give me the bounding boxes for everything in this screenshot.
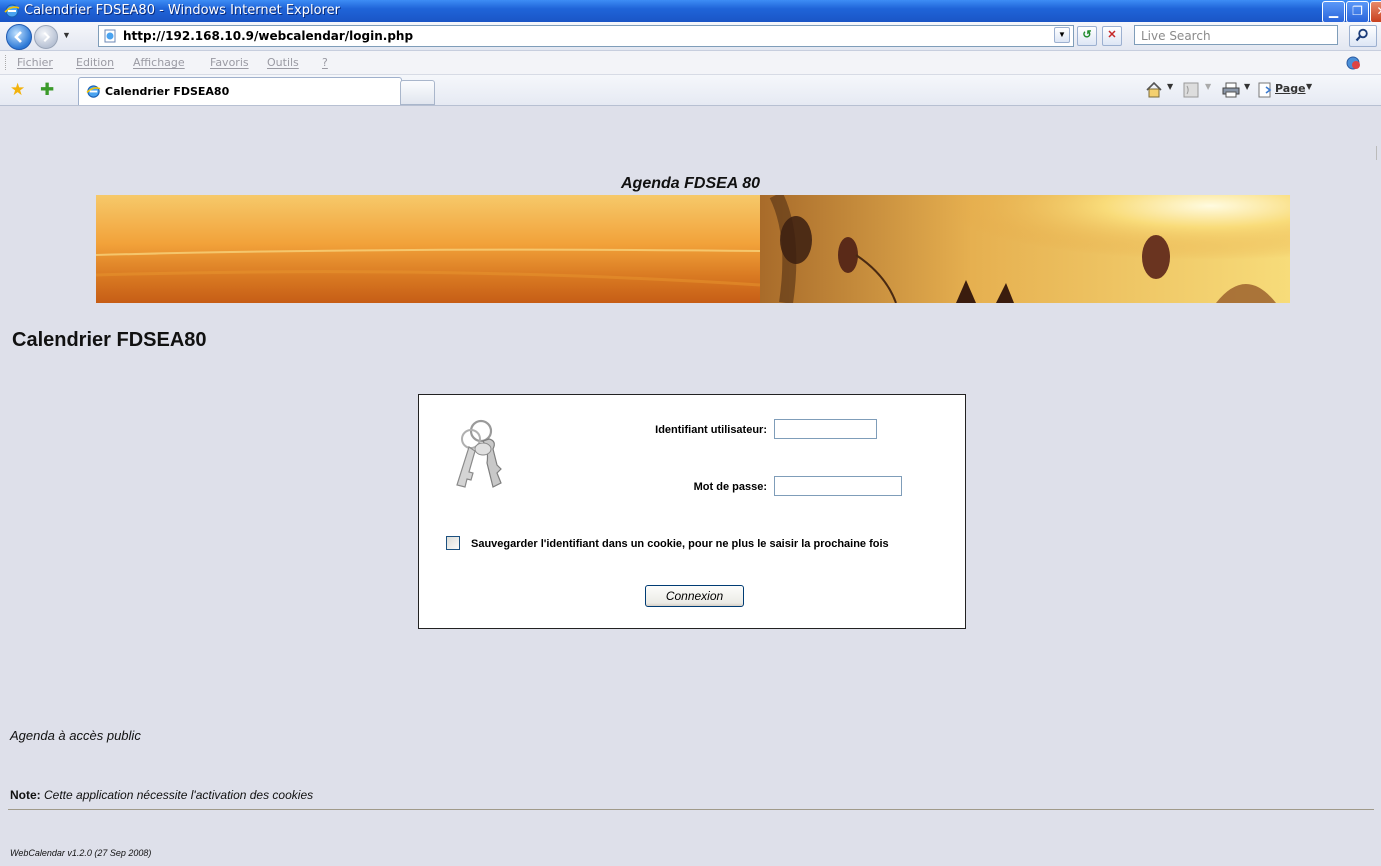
note-text: Cette application nécessite l'activation… xyxy=(40,788,314,802)
page-content: Agenda FDSEA 80 Calendrier FDSEA80 Ident… xyxy=(0,106,1381,866)
search-input[interactable]: Live Search xyxy=(1134,25,1338,45)
page-title: Calendrier FDSEA80 xyxy=(12,329,207,351)
public-calendar-link[interactable]: Agenda à accès public xyxy=(10,728,141,743)
menu-fichier[interactable]: Fichier xyxy=(17,56,53,69)
forward-button[interactable] xyxy=(34,25,58,49)
window-title: Calendrier FDSEA80 - Windows Internet Ex… xyxy=(24,3,340,18)
password-input[interactable] xyxy=(774,476,902,496)
home-icon[interactable] xyxy=(1145,81,1163,99)
window-titlebar: Calendrier FDSEA80 - Windows Internet Ex… xyxy=(0,0,1381,23)
back-arrow-icon xyxy=(14,31,22,43)
add-favorites-icon[interactable]: ✚ xyxy=(40,81,54,98)
print-dropdown-icon[interactable]: ▼ xyxy=(1244,82,1250,91)
menu-bar: Fichier Edition Affichage Favoris Outils… xyxy=(0,51,1381,75)
magnifier-icon xyxy=(1355,28,1368,42)
header-banner-image xyxy=(96,195,1290,303)
remember-me-label[interactable]: Sauvegarder l'identifiant dans un cookie… xyxy=(471,538,889,550)
note-label: Note: xyxy=(10,788,41,802)
username-input[interactable] xyxy=(774,419,877,439)
page-dropdown-icon[interactable]: ▼ xyxy=(1306,82,1312,91)
menu-favoris[interactable]: Favoris xyxy=(210,56,249,69)
tab-bar: ★ ✚ Calendrier FDSEA80 ▼ ▼ ▼ Page ▼ xyxy=(0,75,1381,106)
back-button[interactable] xyxy=(6,24,32,50)
address-input[interactable]: http://192.168.10.9/webcalendar/login.ph… xyxy=(98,25,1074,47)
search-button[interactable] xyxy=(1349,25,1377,47)
page-menu-button[interactable]: Page xyxy=(1275,82,1306,95)
cookie-note: Note: Cette application nécessite l'acti… xyxy=(10,788,313,802)
stop-button[interactable]: ✕ xyxy=(1102,26,1122,46)
tab-label: Calendrier FDSEA80 xyxy=(105,85,230,98)
forward-arrow-icon xyxy=(43,31,51,43)
menu-affichage[interactable]: Affichage xyxy=(133,56,185,69)
print-icon[interactable] xyxy=(1222,82,1240,98)
internet-explorer-icon xyxy=(4,4,20,18)
scrollbar[interactable] xyxy=(1376,146,1381,160)
address-url: http://192.168.10.9/webcalendar/login.ph… xyxy=(123,29,414,43)
internet-explorer-icon xyxy=(86,85,101,98)
remember-me-checkbox[interactable] xyxy=(446,536,460,550)
password-label: Mot de passe: xyxy=(693,481,767,493)
page-icon xyxy=(104,29,116,43)
tab-calendrier[interactable]: Calendrier FDSEA80 xyxy=(78,77,402,105)
version-info: WebCalendar v1.2.0 (27 Sep 2008) xyxy=(10,848,152,858)
toolbar-extras-icon[interactable] xyxy=(1345,54,1363,72)
feeds-icon[interactable] xyxy=(1183,82,1199,98)
footer-divider xyxy=(8,809,1374,810)
login-form: Identifiant utilisateur: Mot de passe: S… xyxy=(418,394,966,629)
favorites-center-icon[interactable]: ★ xyxy=(10,81,25,98)
agenda-heading: Agenda FDSEA 80 xyxy=(621,175,760,192)
maximize-button[interactable]: ❐ xyxy=(1346,1,1369,23)
keys-icon xyxy=(456,419,502,488)
page-menu-icon xyxy=(1258,82,1272,98)
feeds-dropdown-icon[interactable]: ▼ xyxy=(1205,82,1211,91)
toolbar-grip xyxy=(5,55,8,70)
minimize-button[interactable]: ▁ xyxy=(1322,1,1345,23)
menu-edition[interactable]: Edition xyxy=(76,56,114,69)
username-label: Identifiant utilisateur: xyxy=(655,424,767,436)
address-dropdown-icon[interactable]: ▼ xyxy=(1054,27,1070,43)
close-window-button[interactable]: ✕ xyxy=(1370,1,1381,23)
recent-pages-dropdown-icon[interactable]: ▼ xyxy=(62,30,71,40)
refresh-button[interactable]: ↺ xyxy=(1077,26,1097,46)
menu-outils[interactable]: Outils xyxy=(267,56,299,69)
new-tab-button[interactable] xyxy=(400,80,435,105)
menu-help[interactable]: ? xyxy=(322,56,328,69)
home-dropdown-icon[interactable]: ▼ xyxy=(1167,82,1173,91)
connexion-button[interactable]: Connexion xyxy=(645,585,744,607)
address-toolbar: ▼ http://192.168.10.9/webcalendar/login.… xyxy=(0,22,1381,51)
